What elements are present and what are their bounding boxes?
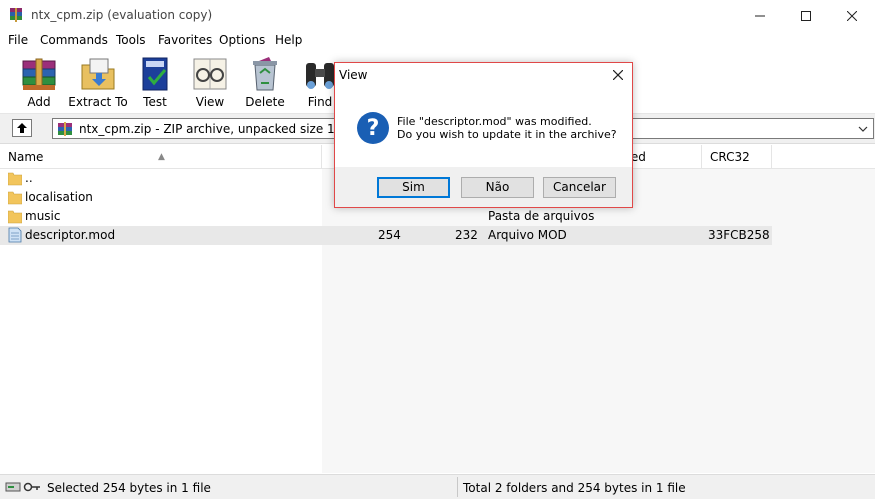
column-header-name[interactable]: Name ▲ [0, 145, 322, 169]
extract-to-label: Extract To [68, 95, 128, 109]
folder-icon [8, 172, 22, 186]
dialog-message-line2: Do you wish to update it in the archive? [397, 128, 617, 141]
books-add-icon [22, 58, 56, 90]
dialog-close-button[interactable] [610, 67, 626, 83]
dialog-message-line1: File "descriptor.mod" was modified. [397, 115, 592, 128]
file-name: .. [25, 171, 33, 185]
menu-bar: File Commands Tools Favorites Options He… [0, 31, 875, 50]
test-label: Test [143, 95, 167, 109]
column-header-crc32-label: CRC32 [710, 150, 750, 164]
menu-favorites[interactable]: Favorites [158, 33, 212, 47]
chevron-down-icon [858, 126, 868, 132]
folder-icon [8, 210, 22, 224]
file-list: .. localisation music Pasta de arquivos … [0, 169, 875, 473]
view-label: View [195, 95, 225, 109]
file-type: Pasta de arquivos [488, 209, 595, 223]
maximize-icon [801, 10, 811, 21]
up-arrow-icon [17, 123, 27, 133]
file-crc32: 33FCB258 [708, 228, 770, 242]
update-archive-dialog: View ? File "descriptor.mod" was modifie… [334, 62, 633, 208]
sort-ascending-icon: ▲ [158, 152, 165, 162]
add-label: Add [27, 95, 51, 109]
yes-button[interactable]: Sim [377, 177, 450, 198]
file-type: Arquivo MOD [488, 228, 567, 242]
menu-help[interactable]: Help [275, 33, 302, 47]
folder-icon [8, 191, 22, 205]
close-icon [847, 10, 857, 21]
file-size: 254 [378, 228, 401, 242]
status-total-text: Total 2 folders and 254 bytes in 1 file [463, 481, 686, 495]
file-packed-size: 232 [455, 228, 478, 242]
status-selection-text: Selected 254 bytes in 1 file [47, 481, 211, 495]
column-header-name-label: Name [8, 150, 44, 164]
up-folder-button[interactable] [12, 119, 32, 137]
book-test-icon [142, 57, 168, 91]
column-header-crc32[interactable]: CRC32 [702, 145, 772, 169]
key-icon [23, 482, 40, 492]
test-button[interactable]: Test [124, 53, 186, 111]
menu-file[interactable]: File [8, 33, 28, 47]
close-window-button[interactable] [829, 0, 875, 31]
zip-archive-icon [58, 122, 72, 136]
view-button[interactable]: View [179, 53, 241, 111]
window-title: ntx_cpm.zip (evaluation copy) [31, 8, 213, 22]
extract-to-button[interactable]: Extract To [66, 53, 130, 111]
cancel-button[interactable]: Cancelar [543, 177, 616, 198]
file-icon [8, 227, 22, 243]
file-row-music[interactable]: music Pasta de arquivos [0, 207, 772, 226]
file-row-descriptor[interactable]: descriptor.mod 254 232 Arquivo MOD 33FCB… [0, 226, 772, 245]
winrar-app-icon [10, 8, 22, 22]
minimize-icon [755, 15, 765, 16]
status-bar: Selected 254 bytes in 1 file Total 2 fol… [0, 474, 875, 499]
dialog-body: ? File "descriptor.mod" was modified. Do… [335, 87, 632, 167]
menu-commands[interactable]: Commands [40, 33, 108, 47]
minimize-button[interactable] [737, 0, 783, 31]
maximize-button[interactable] [783, 0, 829, 31]
file-name: music [25, 209, 61, 223]
recycle-delete-icon [253, 57, 277, 91]
menu-options[interactable]: Options [219, 33, 265, 47]
drive-icon [5, 482, 21, 492]
title-bar: ntx_cpm.zip (evaluation copy) [0, 0, 875, 31]
add-button[interactable]: Add [8, 53, 70, 111]
menu-tools[interactable]: Tools [116, 33, 146, 47]
delete-button[interactable]: Delete [234, 53, 296, 111]
delete-label: Delete [245, 95, 285, 109]
file-name: descriptor.mod [25, 228, 116, 242]
file-name: localisation [25, 190, 93, 204]
close-icon [613, 70, 623, 80]
glasses-view-icon [193, 58, 227, 90]
address-dropdown-button[interactable] [855, 120, 871, 137]
dialog-title-bar: View [335, 63, 632, 87]
no-button[interactable]: Não [461, 177, 534, 198]
dialog-footer: Sim Não Cancelar [335, 167, 632, 207]
dialog-title: View [339, 68, 368, 82]
question-icon: ? [357, 112, 389, 144]
folder-extract-icon [81, 58, 115, 90]
